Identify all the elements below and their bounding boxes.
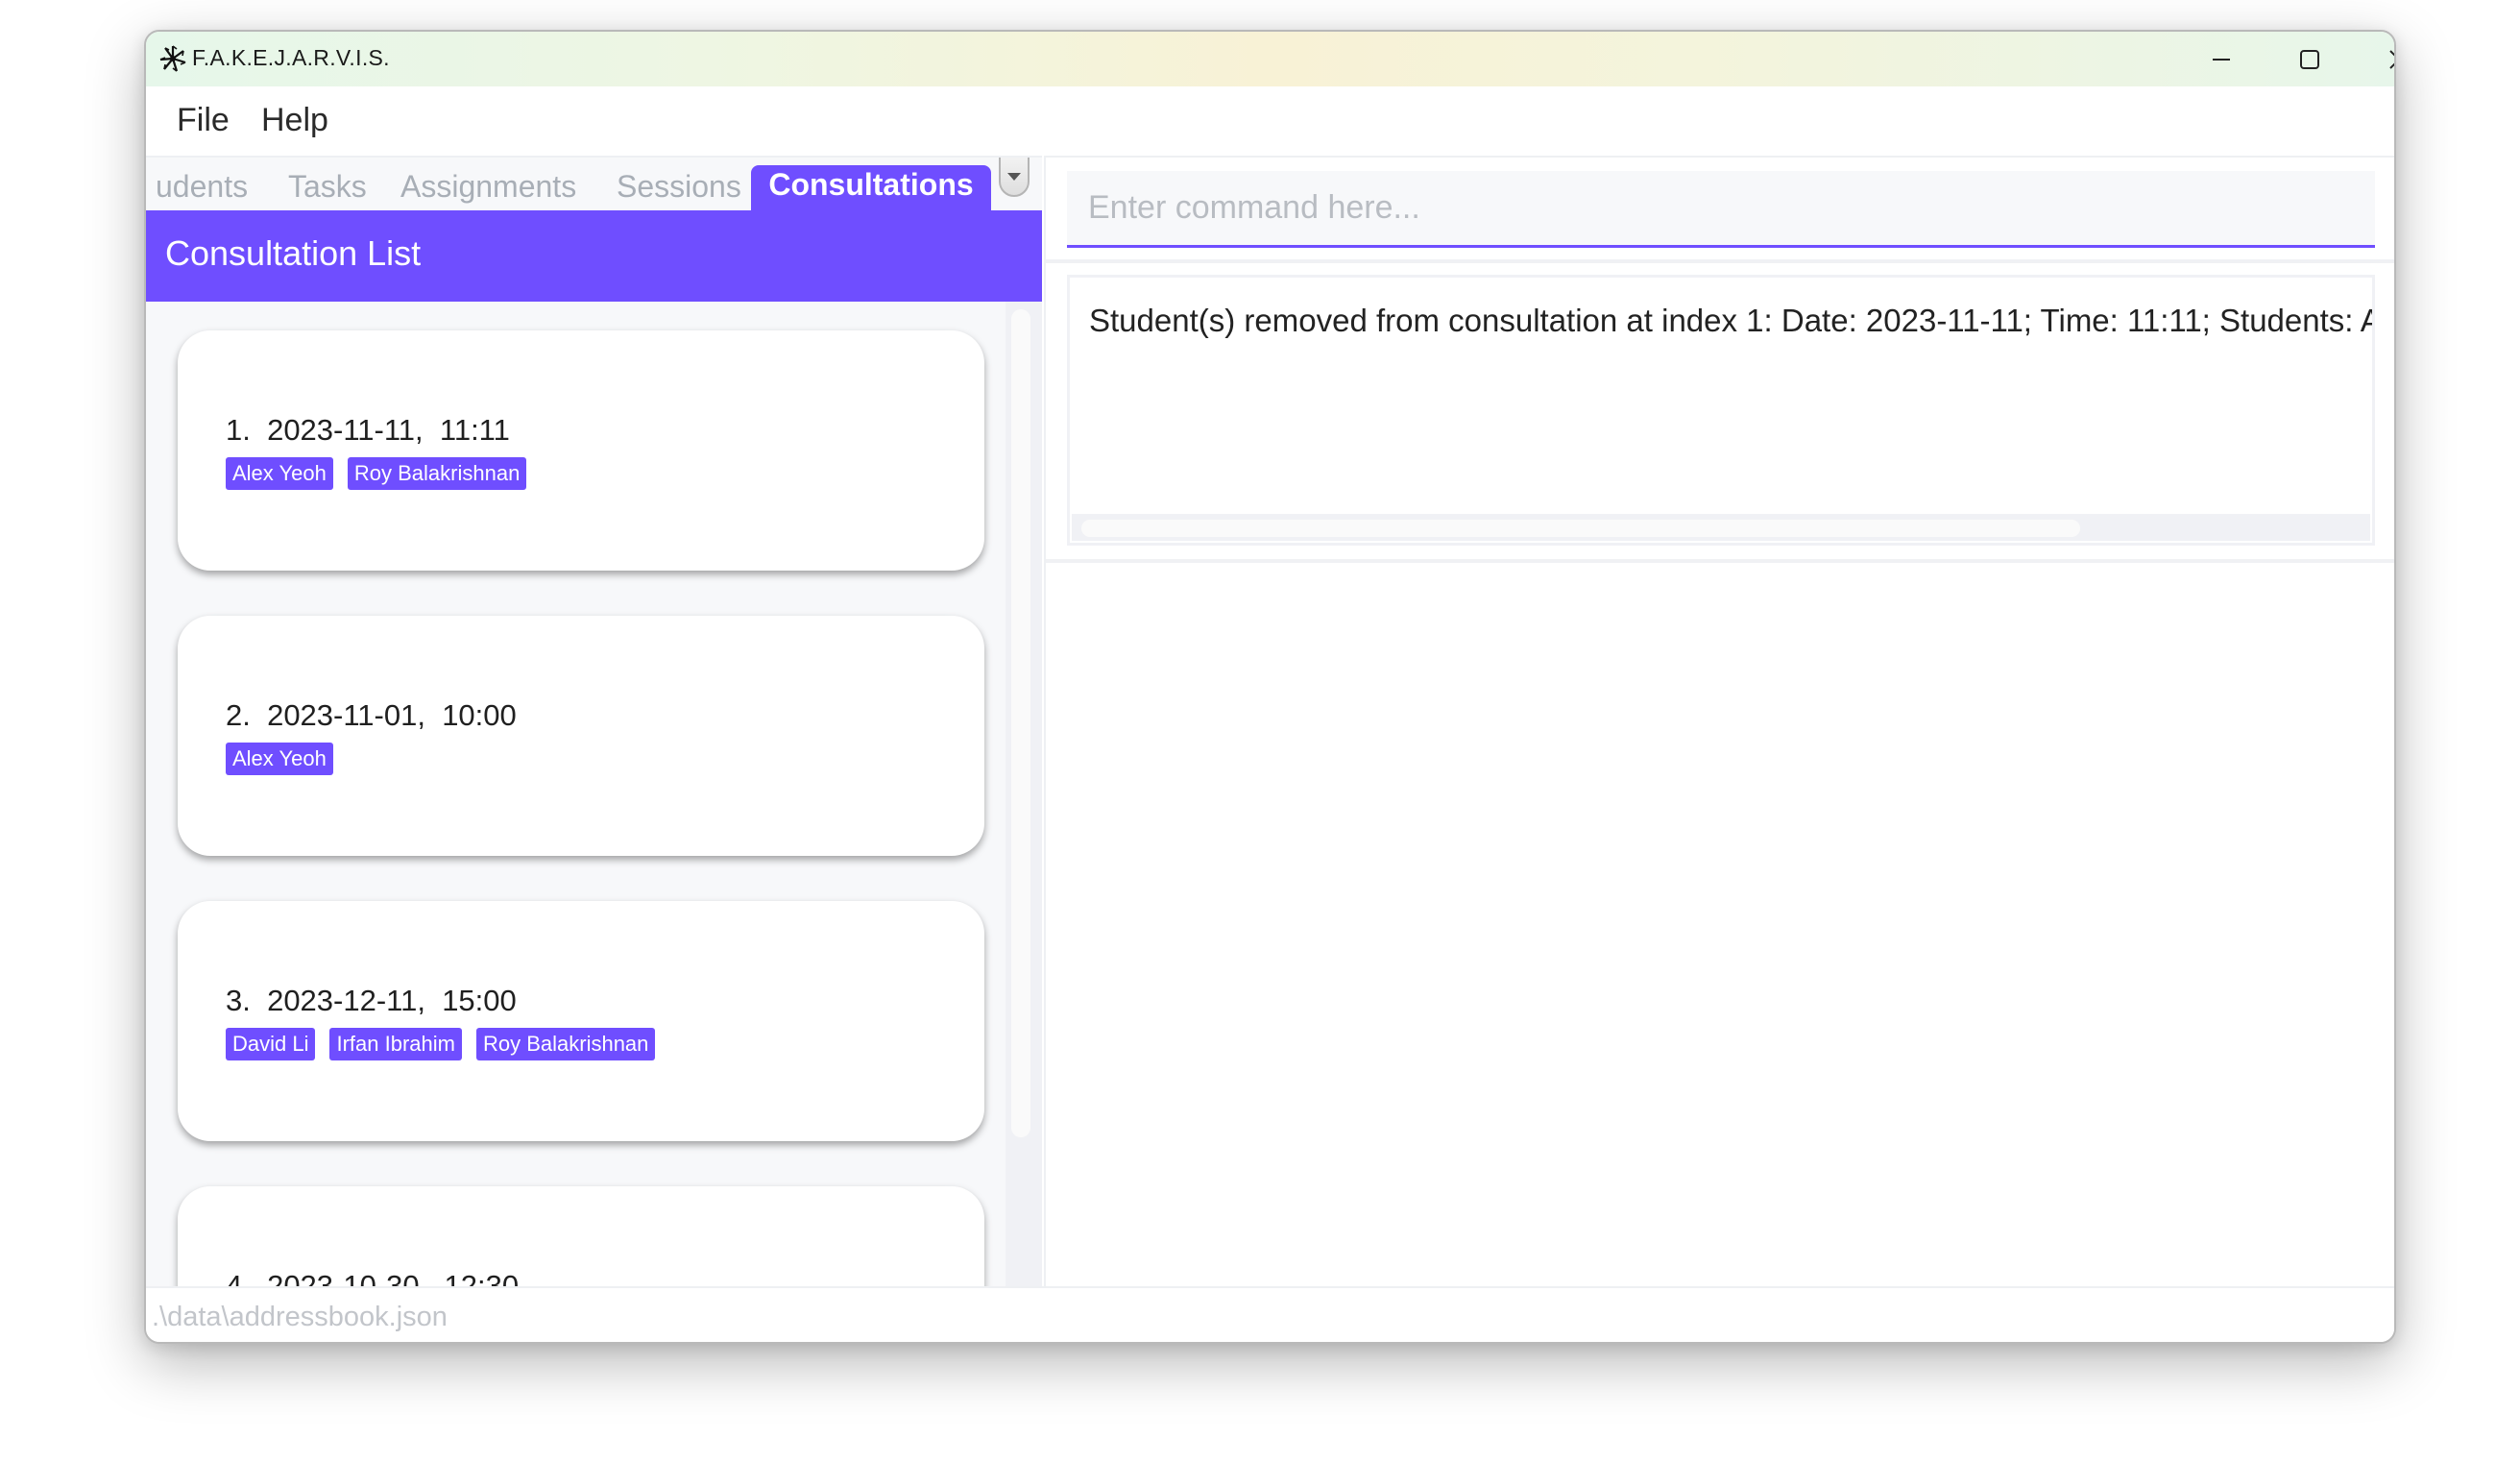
consultation-heading: 4. 2023-10-30, 12:30	[226, 1269, 520, 1288]
command-box[interactable]	[1067, 171, 2375, 248]
tab-tasks[interactable]: Tasks	[288, 169, 367, 205]
tab-students[interactable]: udents	[156, 169, 248, 205]
menu-file[interactable]: File	[177, 102, 230, 139]
list-title: Consultation List	[165, 233, 422, 273]
consultation-card[interactable]: 1. 2023-11-11, 11:11 Alex Yeoh Roy Balak…	[178, 330, 984, 571]
student-tag: Alex Yeoh	[226, 743, 333, 775]
maximize-icon	[2300, 49, 2319, 69]
app-logo-icon	[159, 45, 186, 72]
result-scrollbar-thumb[interactable]	[1081, 520, 2080, 537]
student-tags: Alex Yeoh Roy Balakrishnan	[226, 457, 527, 490]
consultation-list[interactable]: 1. 2023-11-11, 11:11 Alex Yeoh Roy Balak…	[146, 302, 1042, 1288]
student-tags: David Li Irfan Ibrahim Roy Balakrishnan	[226, 1028, 656, 1060]
result-text: Student(s) removed from consultation at …	[1089, 303, 2375, 338]
maximize-button[interactable]	[2266, 32, 2354, 86]
menu-bar: File Help	[146, 86, 2394, 156]
consultation-card[interactable]: 2. 2023-11-01, 10:00 Alex Yeoh	[178, 616, 984, 856]
student-tag: David Li	[226, 1028, 316, 1060]
tab-overflow-dropdown[interactable]	[999, 158, 1030, 197]
caret-down-icon	[1007, 173, 1021, 181]
window-title: F.A.K.E.J.A.R.V.I.S.	[192, 45, 390, 70]
tab-assignments[interactable]: Assignments	[400, 169, 576, 205]
consultation-heading: 2. 2023-11-01, 10:00	[226, 698, 517, 732]
list-scrollbar[interactable]	[1006, 302, 1042, 1288]
divider	[1046, 259, 2394, 263]
student-tag: Alex Yeoh	[226, 457, 333, 490]
list-scrollbar-thumb[interactable]	[1011, 309, 1030, 1137]
divider	[1046, 559, 2394, 563]
student-tag: Roy Balakrishnan	[475, 1028, 656, 1060]
tab-bar: udents Tasks Assignments Sessions Consul…	[146, 158, 1042, 210]
status-bar: .\data\addressbook.json	[146, 1286, 2394, 1342]
list-header: Consultation List	[146, 210, 1042, 302]
tab-consultations[interactable]: Consultations	[751, 165, 991, 210]
right-panel: Student(s) removed from consultation at …	[1044, 156, 2394, 1286]
data-file-path: .\data\addressbook.json	[152, 1302, 448, 1332]
result-display[interactable]: Student(s) removed from consultation at …	[1067, 275, 2375, 546]
student-tags: Alex Yeoh	[226, 743, 333, 775]
close-icon	[2389, 49, 2394, 69]
close-button[interactable]	[2355, 32, 2394, 86]
left-panel: udents Tasks Assignments Sessions Consul…	[146, 156, 1042, 1288]
app-window: F.A.K.E.J.A.R.V.I.S. File Help udents Ta…	[144, 30, 2396, 1344]
minimize-icon	[2213, 58, 2230, 61]
consultation-card[interactable]: 4. 2023-10-30, 12:30	[178, 1186, 984, 1288]
consultation-heading: 1. 2023-11-11, 11:11	[226, 413, 510, 447]
student-tag: Roy Balakrishnan	[347, 457, 527, 490]
tab-sessions[interactable]: Sessions	[617, 169, 741, 205]
title-bar[interactable]: F.A.K.E.J.A.R.V.I.S.	[146, 32, 2394, 86]
minimize-button[interactable]	[2177, 32, 2266, 86]
menu-help[interactable]: Help	[261, 102, 328, 139]
command-input[interactable]	[1067, 171, 2375, 245]
consultation-heading: 3. 2023-12-11, 15:00	[226, 984, 517, 1017]
consultation-card[interactable]: 3. 2023-12-11, 15:00 David Li Irfan Ibra…	[178, 901, 984, 1141]
student-tag: Irfan Ibrahim	[329, 1028, 462, 1060]
result-horizontal-scrollbar[interactable]	[1072, 514, 2370, 541]
